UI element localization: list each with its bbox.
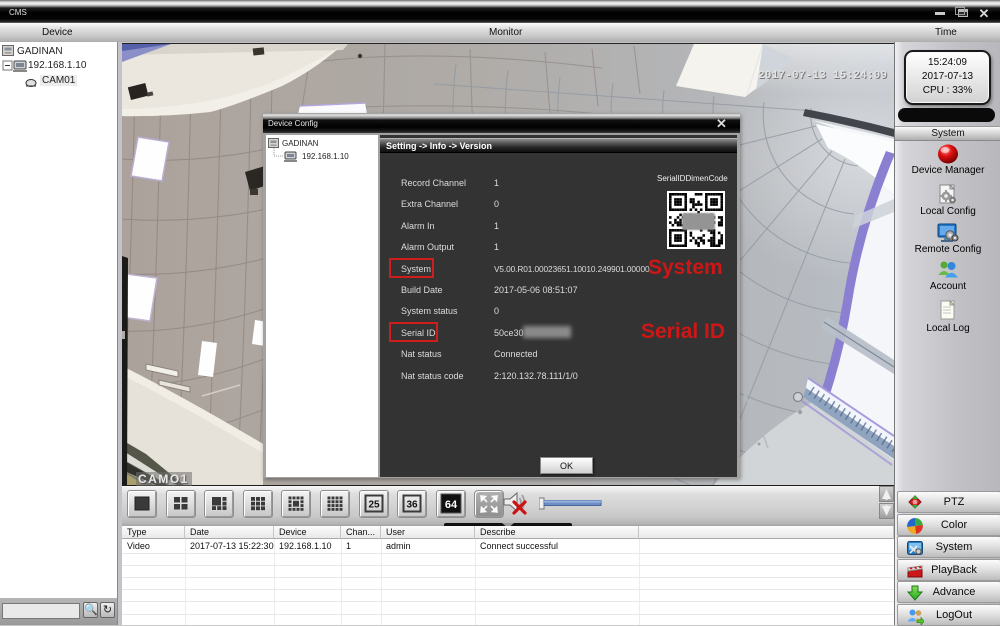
svg-text:36: 36 (406, 500, 418, 511)
svg-text:64: 64 (445, 499, 458, 511)
svg-text:25: 25 (368, 500, 380, 511)
